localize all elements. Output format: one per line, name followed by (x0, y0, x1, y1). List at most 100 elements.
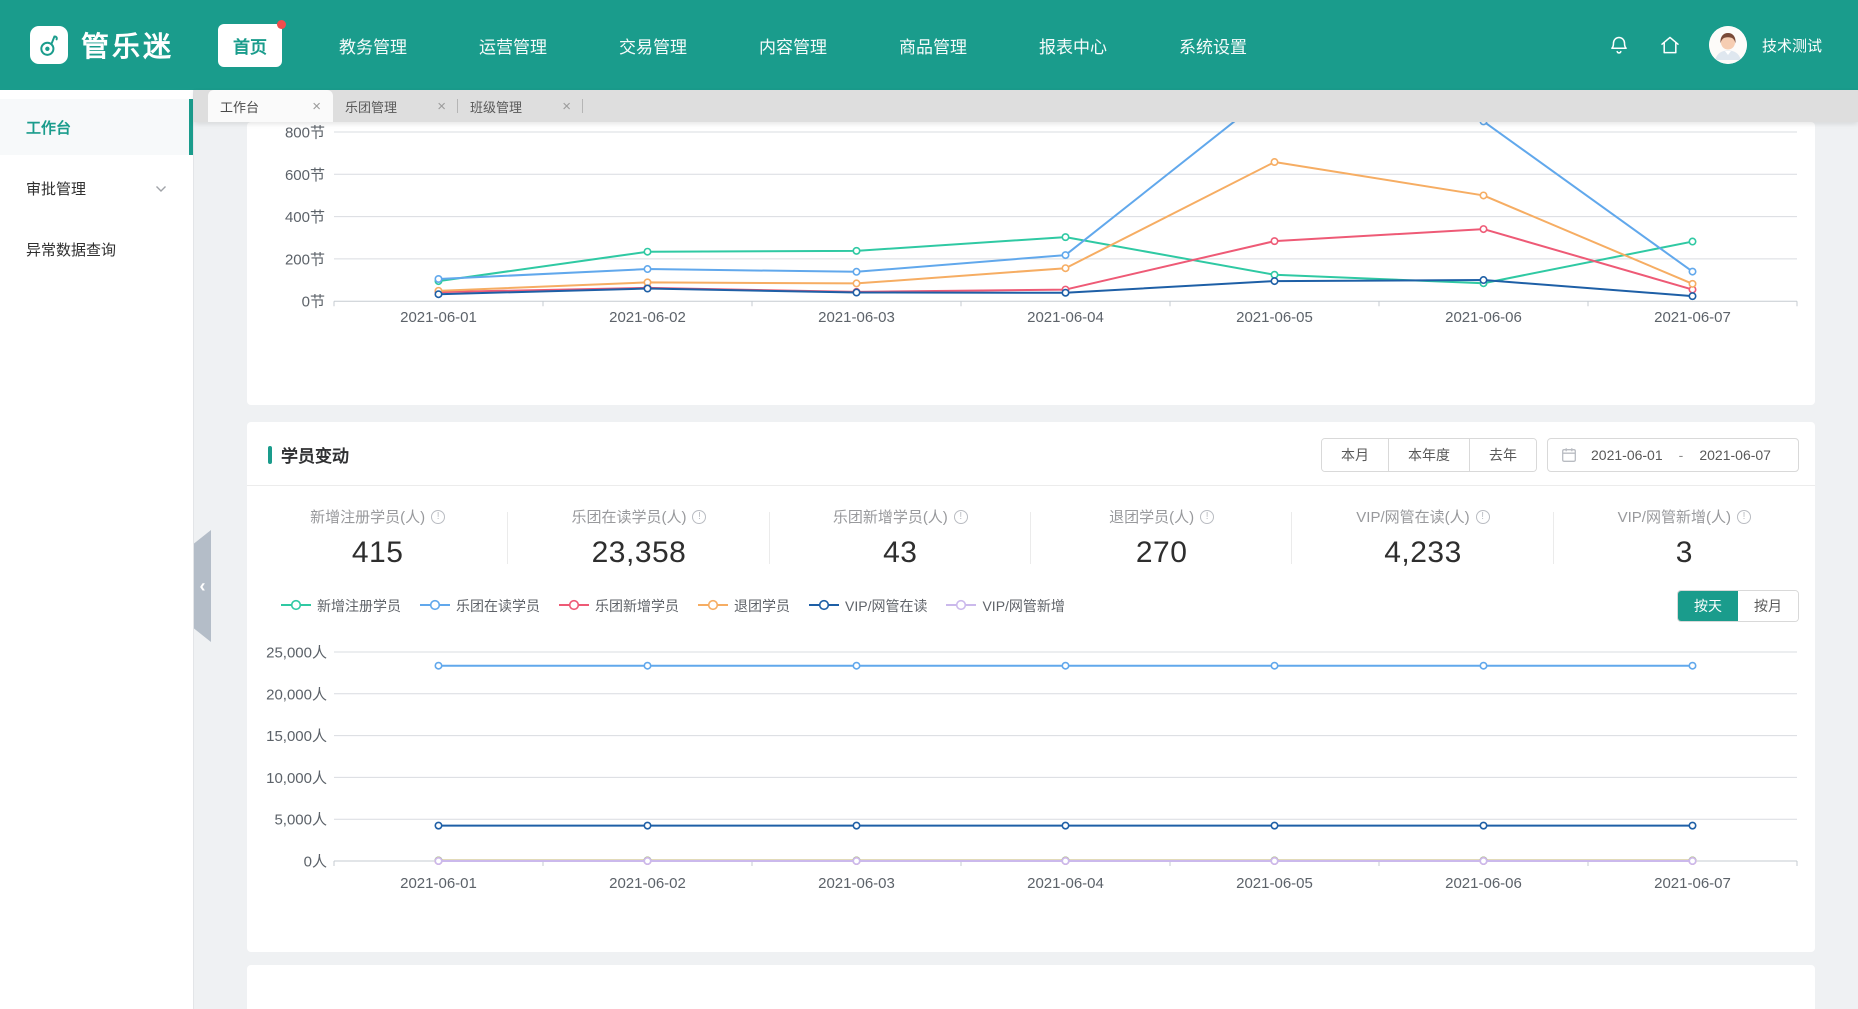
legend-label: 新增注册学员 (317, 596, 401, 616)
stat-label-text: 新增注册学员(人) (310, 506, 425, 527)
legend-item-2[interactable]: 乐团新增学员 (559, 596, 679, 616)
legend-marker (559, 598, 589, 614)
stat-block-2: 乐团新增学员(人)! 43 (770, 506, 1031, 570)
svg-text:2021-06-01: 2021-06-01 (400, 875, 477, 892)
next-card-partial (247, 965, 1815, 1009)
sidebar-item-0[interactable]: 工作台 (0, 99, 193, 155)
sessions-line-chart[interactable]: 0节200节400节600节800节2021-06-012021-06-0220… (247, 122, 1815, 405)
legend-item-3[interactable]: 退团学员 (698, 596, 790, 616)
info-icon[interactable]: ! (431, 510, 445, 524)
stat-label: 退团学员(人)! (1109, 506, 1214, 527)
top-navbar: 管乐迷 首页 教务管理 运营管理 交易管理内容管理 商品管理 报表中心 系统设置 技术测试 (0, 0, 1858, 90)
nav-item-2[interactable]: 运营管理 (464, 24, 562, 67)
home-icon[interactable] (1658, 33, 1682, 57)
legend-item-0[interactable]: 新增注册学员 (281, 596, 401, 616)
quick-range-1[interactable]: 本年度 (1388, 439, 1469, 471)
navbar-right: 技术测试 (1607, 26, 1822, 64)
legend-row: 新增注册学员 乐团在读学员乐团新增学员 退团学员 VIP/网管在读 VIP/网管新增 按… (247, 576, 1815, 622)
stat-label: VIP/网管在读(人)! (1356, 506, 1489, 527)
nav-item-6[interactable]: 报表中心 (1024, 24, 1122, 67)
tab-close-icon[interactable]: × (562, 99, 571, 114)
sidebar-item-label: 异常数据查询 (26, 239, 116, 260)
nav-item-3[interactable]: 交易管理 (604, 24, 702, 67)
quick-range-0[interactable]: 本月 (1322, 439, 1388, 471)
info-icon[interactable]: ! (954, 510, 968, 524)
legend-item-5[interactable]: VIP/网管新增 (946, 596, 1064, 616)
tab-label: 工作台 (220, 97, 259, 116)
tab-label: 班级管理 (470, 97, 522, 116)
avatar[interactable] (1709, 26, 1747, 64)
svg-text:400节: 400节 (285, 209, 325, 226)
nav-item-label: 教务管理 (339, 38, 407, 57)
legend-label: 乐团在读学员 (456, 596, 540, 616)
nav-item-4[interactable]: 内容管理 (744, 24, 842, 67)
tab-0[interactable]: 工作台 × (208, 90, 333, 122)
legend-label: VIP/网管新增 (982, 596, 1064, 616)
info-icon[interactable]: ! (1737, 510, 1751, 524)
chart-legend: 新增注册学员 乐团在读学员乐团新增学员 退团学员 VIP/网管在读 VIP/网管新增 (281, 596, 1065, 616)
sidebar-collapse-handle[interactable]: ‹ (194, 530, 211, 642)
sidebar-item-1[interactable]: 审批管理 (0, 160, 193, 216)
stat-block-4: VIP/网管在读(人)!4,233 (1292, 506, 1553, 570)
svg-text:5,000人: 5,000人 (274, 812, 327, 829)
legend-item-1[interactable]: 乐团在读学员 (420, 596, 540, 616)
tab-close-icon[interactable]: × (437, 99, 446, 114)
info-icon[interactable]: ! (692, 510, 706, 524)
title-accent-bar (268, 446, 272, 464)
legend-label: 退团学员 (734, 596, 790, 616)
svg-text:200节: 200节 (285, 251, 325, 268)
stat-block-0: 新增注册学员(人)!415 (247, 506, 508, 570)
svg-text:2021-06-02: 2021-06-02 (609, 309, 686, 326)
sessions-chart-card: 0节200节400节600节800节2021-06-012021-06-0220… (247, 122, 1815, 405)
tab-1[interactable]: 乐团管理× (333, 90, 458, 122)
tab-close-icon[interactable]: × (312, 99, 321, 114)
granularity-1[interactable]: 按月 (1738, 591, 1798, 621)
chevron-down-icon (155, 180, 167, 197)
notification-dot (277, 20, 286, 29)
info-icon[interactable]: ! (1200, 510, 1214, 524)
quick-range-2[interactable]: 去年 (1469, 439, 1536, 471)
stat-label: VIP/网管新增(人)! (1618, 506, 1751, 527)
bell-icon[interactable] (1607, 33, 1631, 57)
stat-label-text: 乐团新增学员(人) (833, 506, 948, 527)
svg-text:2021-06-07: 2021-06-07 (1654, 309, 1731, 326)
svg-text:20,000人: 20,000人 (266, 686, 327, 703)
students-line-chart[interactable]: 0人5,000人10,000人15,000人20,000人25,000人2021… (247, 636, 1815, 926)
legend-item-4[interactable]: VIP/网管在读 (809, 596, 927, 616)
nav-item-label: 商品管理 (899, 38, 967, 57)
svg-text:0人: 0人 (304, 854, 327, 871)
nav-item-label: 报表中心 (1039, 38, 1107, 57)
granularity-0[interactable]: 按天 (1678, 591, 1738, 621)
svg-text:10,000人: 10,000人 (266, 770, 327, 787)
stat-label: 新增注册学员(人)! (310, 506, 445, 527)
info-icon[interactable]: ! (1476, 510, 1490, 524)
student-change-card: 学员变动 本月本年度去年 2021-06-01 - (247, 422, 1815, 952)
tab-2[interactable]: 班级管理 × (458, 90, 583, 122)
nav-item-label: 系统设置 (1179, 38, 1247, 57)
svg-text:2021-06-03: 2021-06-03 (818, 875, 895, 892)
date-end[interactable]: 2021-06-07 (1685, 447, 1785, 463)
sidebar-item-2[interactable]: 异常数据查询 (0, 221, 193, 277)
stat-label: 乐团在读学员(人)! (571, 506, 706, 527)
legend-marker (946, 598, 976, 614)
legend-marker (420, 598, 450, 614)
nav-item-label: 首页 (233, 38, 267, 57)
stat-value: 43 (770, 536, 1031, 570)
page-scroll-area[interactable]: 0节200节400节600节800节2021-06-012021-06-0220… (194, 122, 1858, 1009)
nav-item-5[interactable]: 商品管理 (884, 24, 982, 67)
app-logo: 管乐迷 (30, 25, 174, 65)
logo-text: 管乐迷 (81, 25, 174, 65)
chevron-left-icon: ‹ (200, 576, 206, 597)
nav-item-label: 运营管理 (479, 38, 547, 57)
stat-block-5: VIP/网管新增(人)!3 (1554, 506, 1815, 570)
nav-item-7[interactable]: 系统设置 (1164, 24, 1262, 67)
nav-item-0[interactable]: 首页 (218, 24, 282, 67)
nav-item-1[interactable]: 教务管理 (324, 24, 422, 67)
date-start[interactable]: 2021-06-01 (1577, 447, 1677, 463)
svg-text:2021-06-02: 2021-06-02 (609, 875, 686, 892)
main-nav: 首页 教务管理 运营管理 交易管理内容管理 商品管理 报表中心 系统设置 (218, 24, 1262, 67)
stat-label-text: 退团学员(人) (1109, 506, 1194, 527)
range-controls: 本月本年度去年 2021-06-01 - 2021-06-07 (1321, 438, 1799, 472)
user-name[interactable]: 技术测试 (1762, 35, 1822, 56)
date-range-picker[interactable]: 2021-06-01 - 2021-06-07 (1547, 438, 1799, 472)
